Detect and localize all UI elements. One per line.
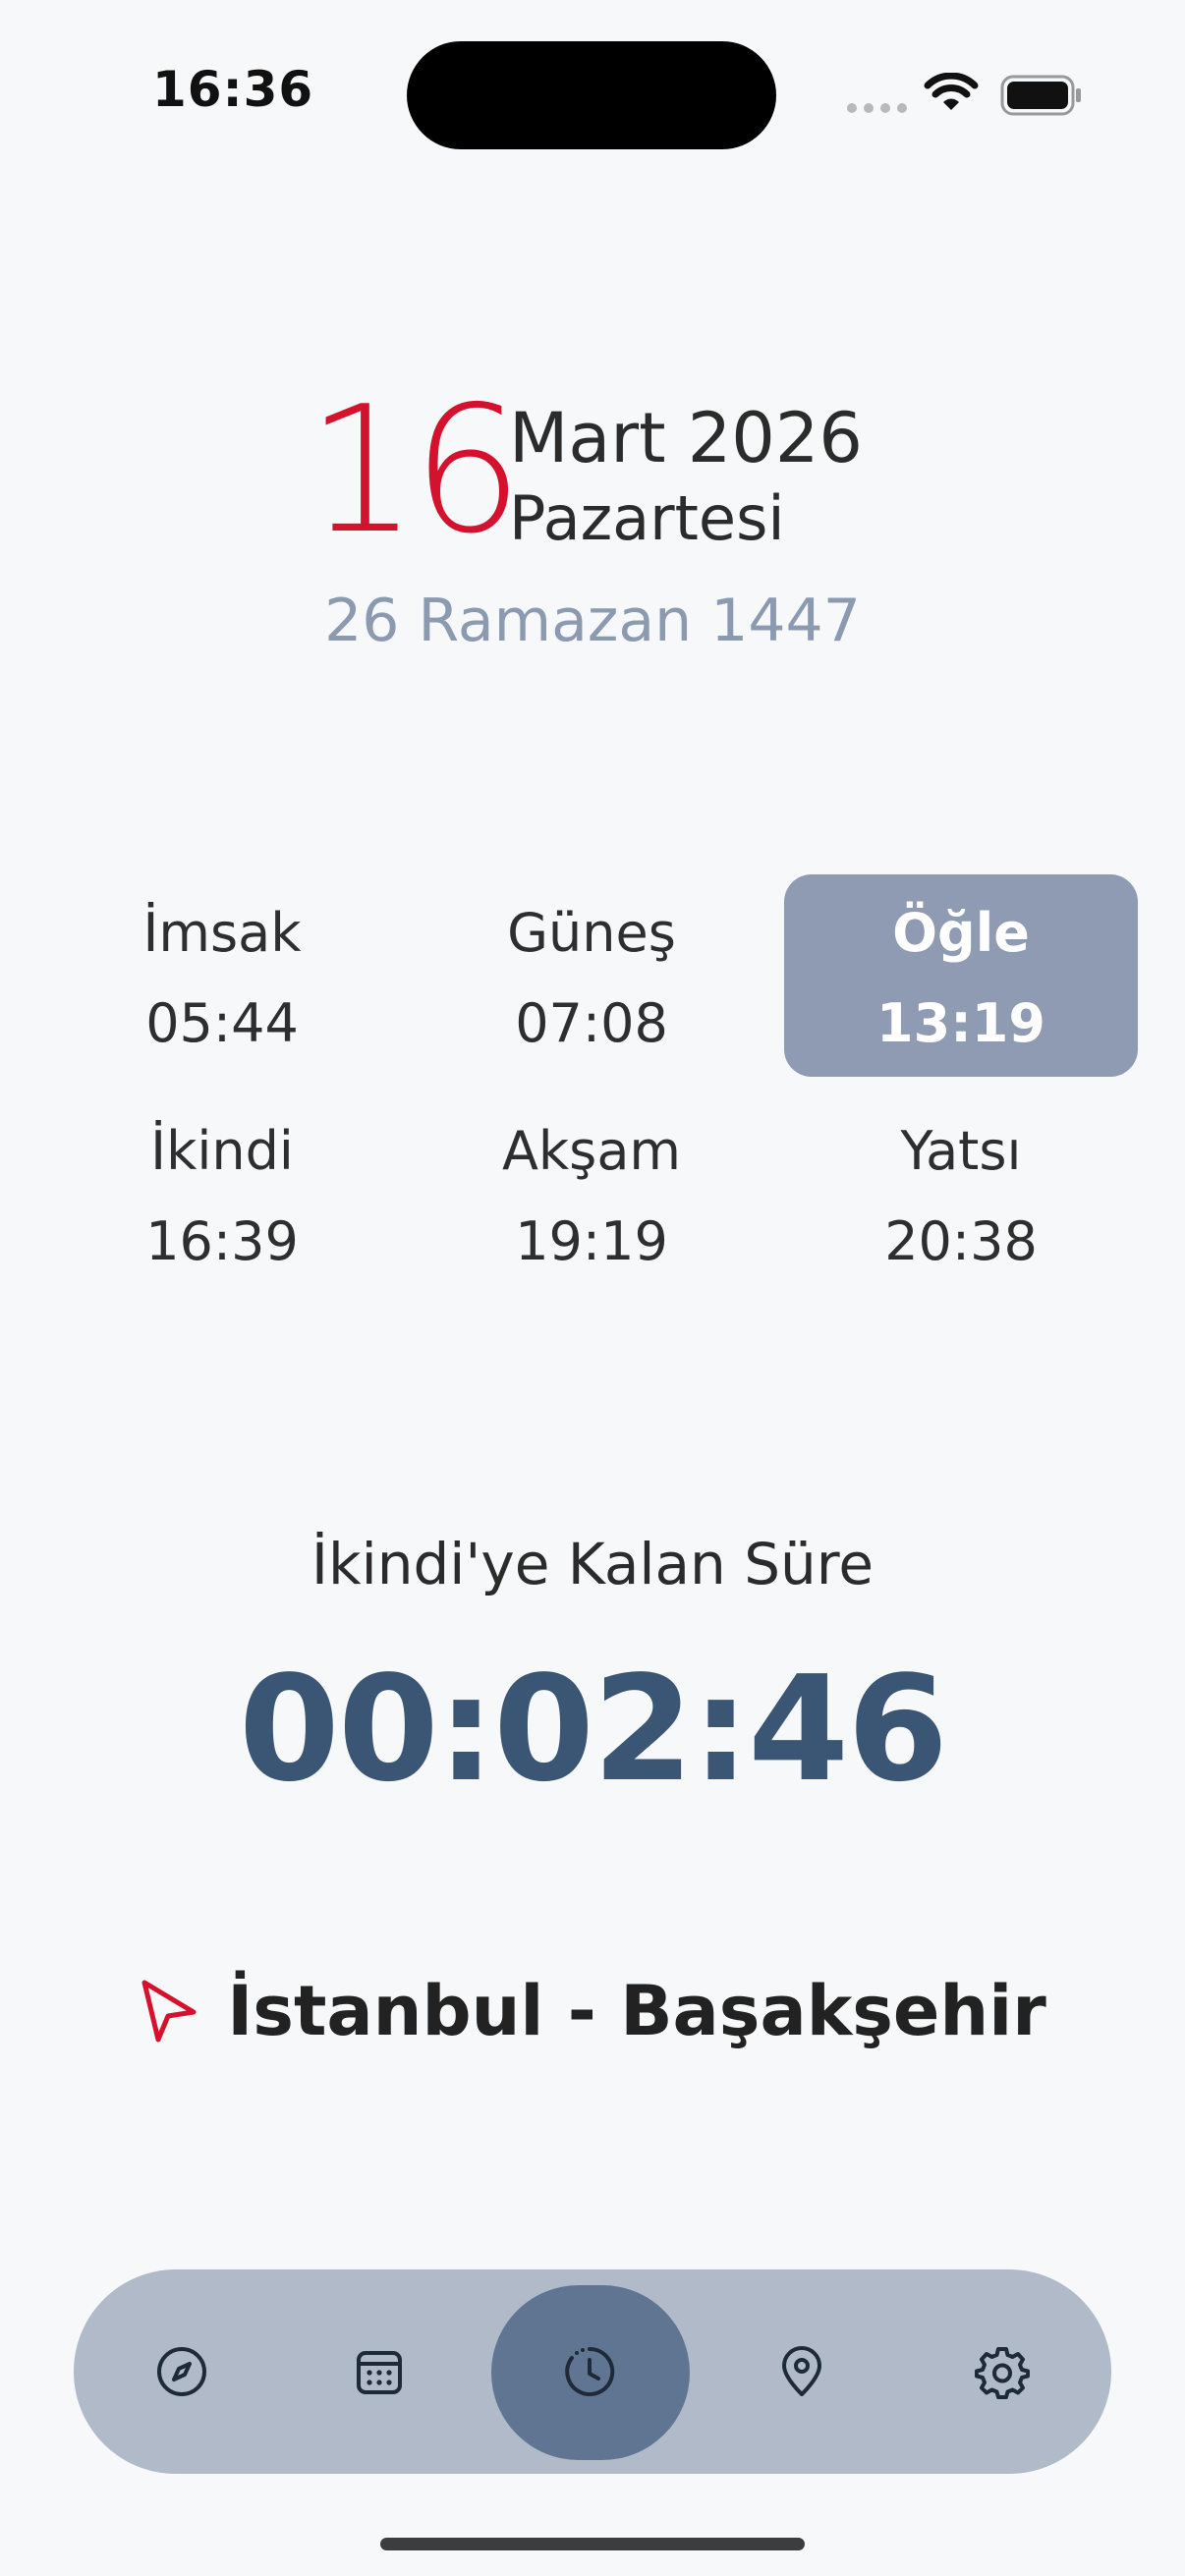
nav-settings[interactable] — [904, 2269, 1100, 2474]
prayer-name: Yatsı — [900, 1120, 1022, 1182]
wifi-icon — [924, 73, 979, 110]
nav-calendar[interactable] — [281, 2269, 478, 2474]
prayer-name: Akşam — [501, 1120, 682, 1182]
prayer-time: 19:19 — [515, 1210, 668, 1272]
cellular-signal-icon — [847, 103, 907, 113]
dynamic-island — [407, 41, 776, 149]
prayer-gunes: Güneş 07:08 — [415, 874, 768, 1077]
prayer-time: 07:08 — [515, 992, 668, 1054]
clock-icon — [565, 2346, 615, 2396]
battery-icon — [1000, 75, 1081, 116]
prayer-yatsi: Yatsı 20:38 — [784, 1092, 1138, 1295]
navigation-arrow-icon — [141, 1980, 197, 2043]
prayer-time: 20:38 — [884, 1210, 1038, 1272]
bottom-nav — [74, 2269, 1111, 2474]
map-pin-icon — [782, 2346, 821, 2396]
gear-icon — [975, 2347, 1030, 2399]
prayer-ogle-current: Öğle 13:19 — [784, 874, 1138, 1077]
status-time: 16:36 — [152, 61, 314, 118]
nav-prayer-times[interactable] — [491, 2269, 690, 2474]
nav-compass[interactable] — [84, 2269, 280, 2474]
month-year: Mart 2026 — [509, 398, 863, 478]
prayer-name: Güneş — [507, 902, 676, 964]
weekday: Pazartesi — [509, 482, 785, 554]
home-indicator — [380, 2538, 805, 2550]
countdown-label: İkindi'ye Kalan Süre — [310, 1531, 875, 1597]
prayer-ikindi: İkindi 16:39 — [45, 1092, 399, 1295]
compass-icon — [157, 2347, 206, 2396]
prayer-imsak: İmsak 05:44 — [45, 874, 399, 1077]
prayer-time: 05:44 — [145, 992, 299, 1054]
prayer-time: 16:39 — [145, 1210, 299, 1272]
prayer-aksam: Akşam 19:19 — [415, 1092, 768, 1295]
nav-location[interactable] — [704, 2269, 900, 2474]
location-row[interactable]: İstanbul - Başakşehir — [0, 1970, 1185, 2052]
countdown-timer: 00:02:46 — [238, 1645, 948, 1814]
prayer-name: İmsak — [142, 902, 302, 964]
prayer-name: Öğle — [892, 902, 1030, 964]
prayer-time: 13:19 — [876, 992, 1045, 1054]
prayer-name: İkindi — [150, 1120, 294, 1182]
location-text: İstanbul - Başakşehir — [227, 1971, 1046, 2051]
calendar-icon — [357, 2351, 402, 2394]
hijri-date: 26 Ramazan 1447 — [324, 587, 861, 655]
day-number: 16 — [307, 368, 523, 572]
